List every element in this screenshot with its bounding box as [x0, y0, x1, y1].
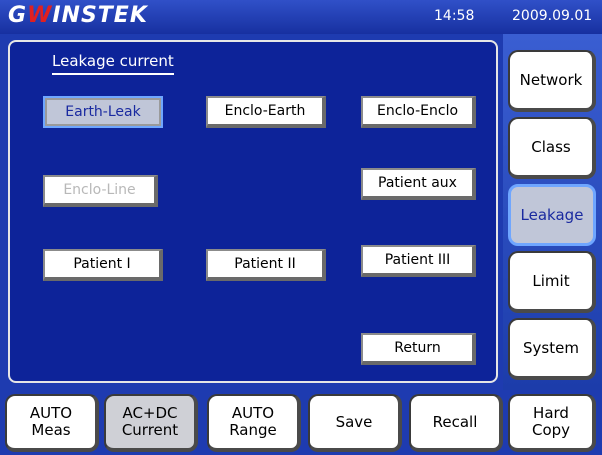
enclo-line-button[interactable]: Enclo-Line [43, 175, 158, 207]
hard-copy-line1: Hard [533, 404, 569, 422]
patient-2-button[interactable]: Patient II [206, 249, 326, 281]
earth-leak-button[interactable]: Earth-Leak [43, 96, 163, 128]
acdc-current-line2: Current [121, 421, 179, 439]
sidebar-item-network[interactable]: Network [508, 50, 596, 112]
hard-copy-button[interactable]: Hard Copy [508, 394, 596, 452]
sidebar-item-leakage[interactable]: Leakage [508, 184, 596, 246]
auto-meas-line1: AUTO [29, 404, 73, 422]
hard-copy-line2: Copy [531, 421, 571, 439]
acdc-current-button[interactable]: AC+DC Current [104, 394, 198, 452]
return-button[interactable]: Return [361, 333, 476, 365]
header-bar: GWINSTEK 14:58 2009.09.01 [0, 0, 602, 34]
enclo-enclo-button[interactable]: Enclo-Enclo [361, 96, 476, 128]
enclo-earth-button[interactable]: Enclo-Earth [206, 96, 326, 128]
save-button[interactable]: Save [308, 394, 402, 452]
patient-aux-button[interactable]: Patient aux [361, 168, 476, 200]
sidebar-item-system[interactable]: System [508, 318, 596, 380]
sidebar-item-class[interactable]: Class [508, 117, 596, 179]
auto-meas-line2: Meas [31, 421, 71, 439]
auto-meas-button[interactable]: AUTO Meas [5, 394, 99, 452]
recall-button[interactable]: Recall [409, 394, 503, 452]
auto-range-line1: AUTO [231, 404, 275, 422]
clock-time: 14:58 [434, 8, 475, 24]
gwinstek-logo: GWINSTEK [8, 3, 148, 28]
clock-date: 2009.09.01 [512, 8, 593, 24]
leakage-panel: Leakage current [8, 40, 498, 383]
patient-3-button[interactable]: Patient III [361, 245, 476, 277]
acdc-current-line1: AC+DC [122, 404, 178, 422]
sidebar-item-limit[interactable]: Limit [508, 251, 596, 313]
patient-1-button[interactable]: Patient I [43, 249, 163, 281]
panel-title: Leakage current [52, 52, 174, 75]
auto-range-button[interactable]: AUTO Range [207, 394, 301, 452]
auto-range-line2: Range [229, 421, 277, 439]
